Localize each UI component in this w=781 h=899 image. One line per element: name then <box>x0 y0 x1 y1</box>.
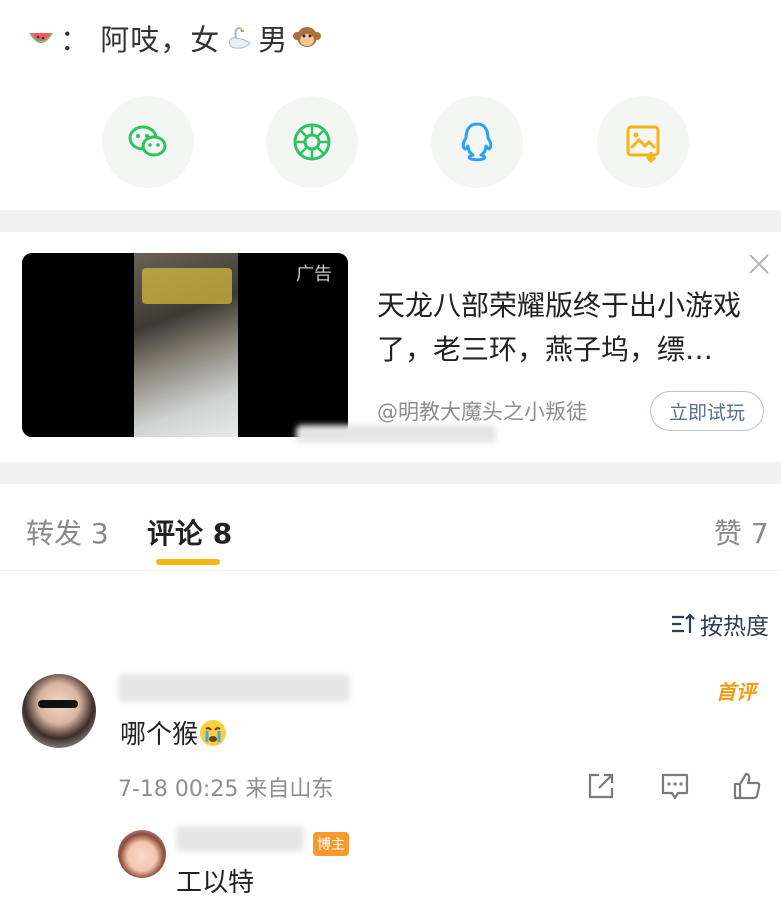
post-text-a: ： 阿吱，女 <box>60 23 221 57</box>
reply-text: 工以特 <box>176 868 255 898</box>
sort-icon <box>672 613 695 633</box>
save-image-button[interactable] <box>597 96 689 188</box>
wechat-icon <box>128 125 167 157</box>
save-image-icon <box>626 125 660 164</box>
post-text-b: 男 <box>258 23 289 57</box>
crying-emoji <box>200 719 227 746</box>
commenter-name-blurred[interactable] <box>118 674 350 702</box>
ad-source: @明教大魔头之小叛徒 <box>377 400 587 424</box>
tab-like[interactable]: 赞 7 <box>714 512 769 552</box>
sort-button[interactable]: 按热度 <box>670 607 769 641</box>
blurred-text <box>296 425 496 443</box>
comment-meta: 7-18 00:25 来自山东 <box>118 777 334 802</box>
share-wechat-button[interactable] <box>102 96 194 188</box>
comment-text: 哪个猴 <box>120 720 199 750</box>
post-text: ： 阿吱，女 男 <box>22 18 326 58</box>
ad-title[interactable]: 天龙八部荣耀版终于出小游戏了，老三环，燕子坞，缥… <box>377 284 767 372</box>
share-icon[interactable] <box>585 770 617 802</box>
active-tab-indicator <box>156 559 220 565</box>
swan-icon <box>229 26 251 49</box>
share-qq-button[interactable] <box>431 96 523 188</box>
blogger-avatar[interactable] <box>118 830 166 878</box>
moments-icon <box>293 123 331 161</box>
first-comment-badge: 首评 <box>716 680 756 704</box>
close-icon[interactable] <box>748 253 770 275</box>
ad-thumbnail-caption <box>142 268 232 304</box>
watermelon-icon <box>29 33 53 43</box>
sort-label: 按热度 <box>700 614 769 640</box>
reply-icon[interactable] <box>659 770 691 802</box>
tab-repost[interactable]: 转发 3 <box>26 512 109 552</box>
blogger-badge: 博主 <box>313 832 349 856</box>
monkey-icon <box>293 27 322 47</box>
try-now-button[interactable]: 立即试玩 <box>650 391 764 431</box>
commenter-avatar[interactable] <box>22 674 96 748</box>
section-divider <box>0 462 781 484</box>
like-icon[interactable] <box>731 770 763 802</box>
tab-comment[interactable]: 评论 8 <box>147 512 232 552</box>
ad-badge: 广告 <box>296 264 332 285</box>
avatar-sunglasses <box>38 700 78 708</box>
qq-icon <box>461 122 493 162</box>
tabs-divider <box>0 570 781 571</box>
comment-body: 哪个猴 <box>120 714 228 751</box>
section-divider <box>0 210 781 232</box>
blogger-name-blurred[interactable] <box>176 826 304 852</box>
share-moments-button[interactable] <box>266 96 358 188</box>
